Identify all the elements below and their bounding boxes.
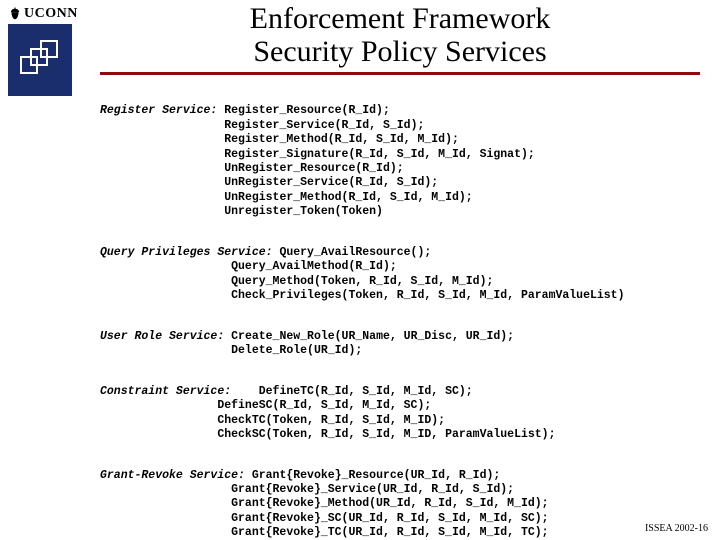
title-line-1: Enforcement Framework <box>250 2 551 35</box>
code-line: Register_Service(R_Id, S_Id); <box>224 119 424 132</box>
code-line: Query_AvailResource(); <box>279 246 431 259</box>
code-line: CheckTC(Token, R_Id, S_Id, M_ID); <box>217 414 445 427</box>
code-line: Query_AvailMethod(R_Id); <box>231 260 397 273</box>
logo-block: UCONN <box>8 6 88 96</box>
code-line: Delete_Role(UR_Id); <box>231 344 362 357</box>
slide-title: Enforcement Framework Security Policy Se… <box>100 2 700 75</box>
content-area: Register Service: Register_Resource(R_Id… <box>100 90 710 540</box>
code-line: Register_Signature(R_Id, S_Id, M_Id, Sig… <box>224 148 535 161</box>
code-line: Grant{Revoke}_Resource(UR_Id, R_Id); <box>252 469 500 482</box>
constraint-service-section: Constraint Service: DefineTC(R_Id, S_Id,… <box>100 385 710 443</box>
code-line: Grant{Revoke}_Service(UR_Id, R_Id, S_Id)… <box>231 483 514 496</box>
code-line: UnRegister_Resource(R_Id); <box>224 162 403 175</box>
code-line: UnRegister_Service(R_Id, S_Id); <box>224 176 438 189</box>
brand-row: UCONN <box>8 6 88 22</box>
userrole-service-section: User Role Service: Create_New_Role(UR_Na… <box>100 330 710 359</box>
brand-text: UCONN <box>24 6 78 22</box>
code-line: Unregister_Token(Token) <box>224 205 383 218</box>
windows-icon <box>17 37 63 83</box>
code-line: Grant{Revoke}_TC(UR_Id, R_Id, S_Id, M_Id… <box>231 526 548 539</box>
register-service-section: Register Service: Register_Resource(R_Id… <box>100 104 710 219</box>
slide-footer: ISSEA 2002-16 <box>645 523 708 534</box>
code-line: Register_Resource(R_Id); <box>224 104 390 117</box>
code-line: Create_New_Role(UR_Name, UR_Disc, UR_Id)… <box>231 330 514 343</box>
title-line-2: Security Policy Services <box>253 35 546 68</box>
code-line: DefineTC(R_Id, S_Id, M_Id, SC); <box>259 385 473 398</box>
code-line: UnRegister_Method(R_Id, S_Id, M_Id); <box>224 191 472 204</box>
code-line: DefineSC(R_Id, S_Id, M_Id, SC); <box>217 399 431 412</box>
query-service-section: Query Privileges Service: Query_AvailRes… <box>100 246 710 304</box>
grant-label: Grant-Revoke Service: <box>100 469 245 482</box>
slide: UCONN Enforcement Framework Security Pol… <box>0 0 720 540</box>
query-label: Query Privileges Service: <box>100 246 273 259</box>
grant-service-section: Grant-Revoke Service: Grant{Revoke}_Reso… <box>100 469 710 540</box>
register-label: Register Service: <box>100 104 217 117</box>
code-line: Grant{Revoke}_SC(UR_Id, R_Id, S_Id, M_Id… <box>231 512 548 525</box>
constraint-label: Constraint Service: <box>100 385 231 398</box>
code-line: Grant{Revoke}_Method(UR_Id, R_Id, S_Id, … <box>231 497 548 510</box>
code-line: Query_Method(Token, R_Id, S_Id, M_Id); <box>231 275 493 288</box>
code-line: Check_Privileges(Token, R_Id, S_Id, M_Id… <box>231 289 624 302</box>
code-line: CheckSC(Token, R_Id, S_Id, M_ID, ParamVa… <box>217 428 555 441</box>
acorn-icon <box>8 7 22 21</box>
userrole-label: User Role Service: <box>100 330 224 343</box>
department-logo <box>8 24 72 96</box>
code-line: Register_Method(R_Id, S_Id, M_Id); <box>224 133 459 146</box>
